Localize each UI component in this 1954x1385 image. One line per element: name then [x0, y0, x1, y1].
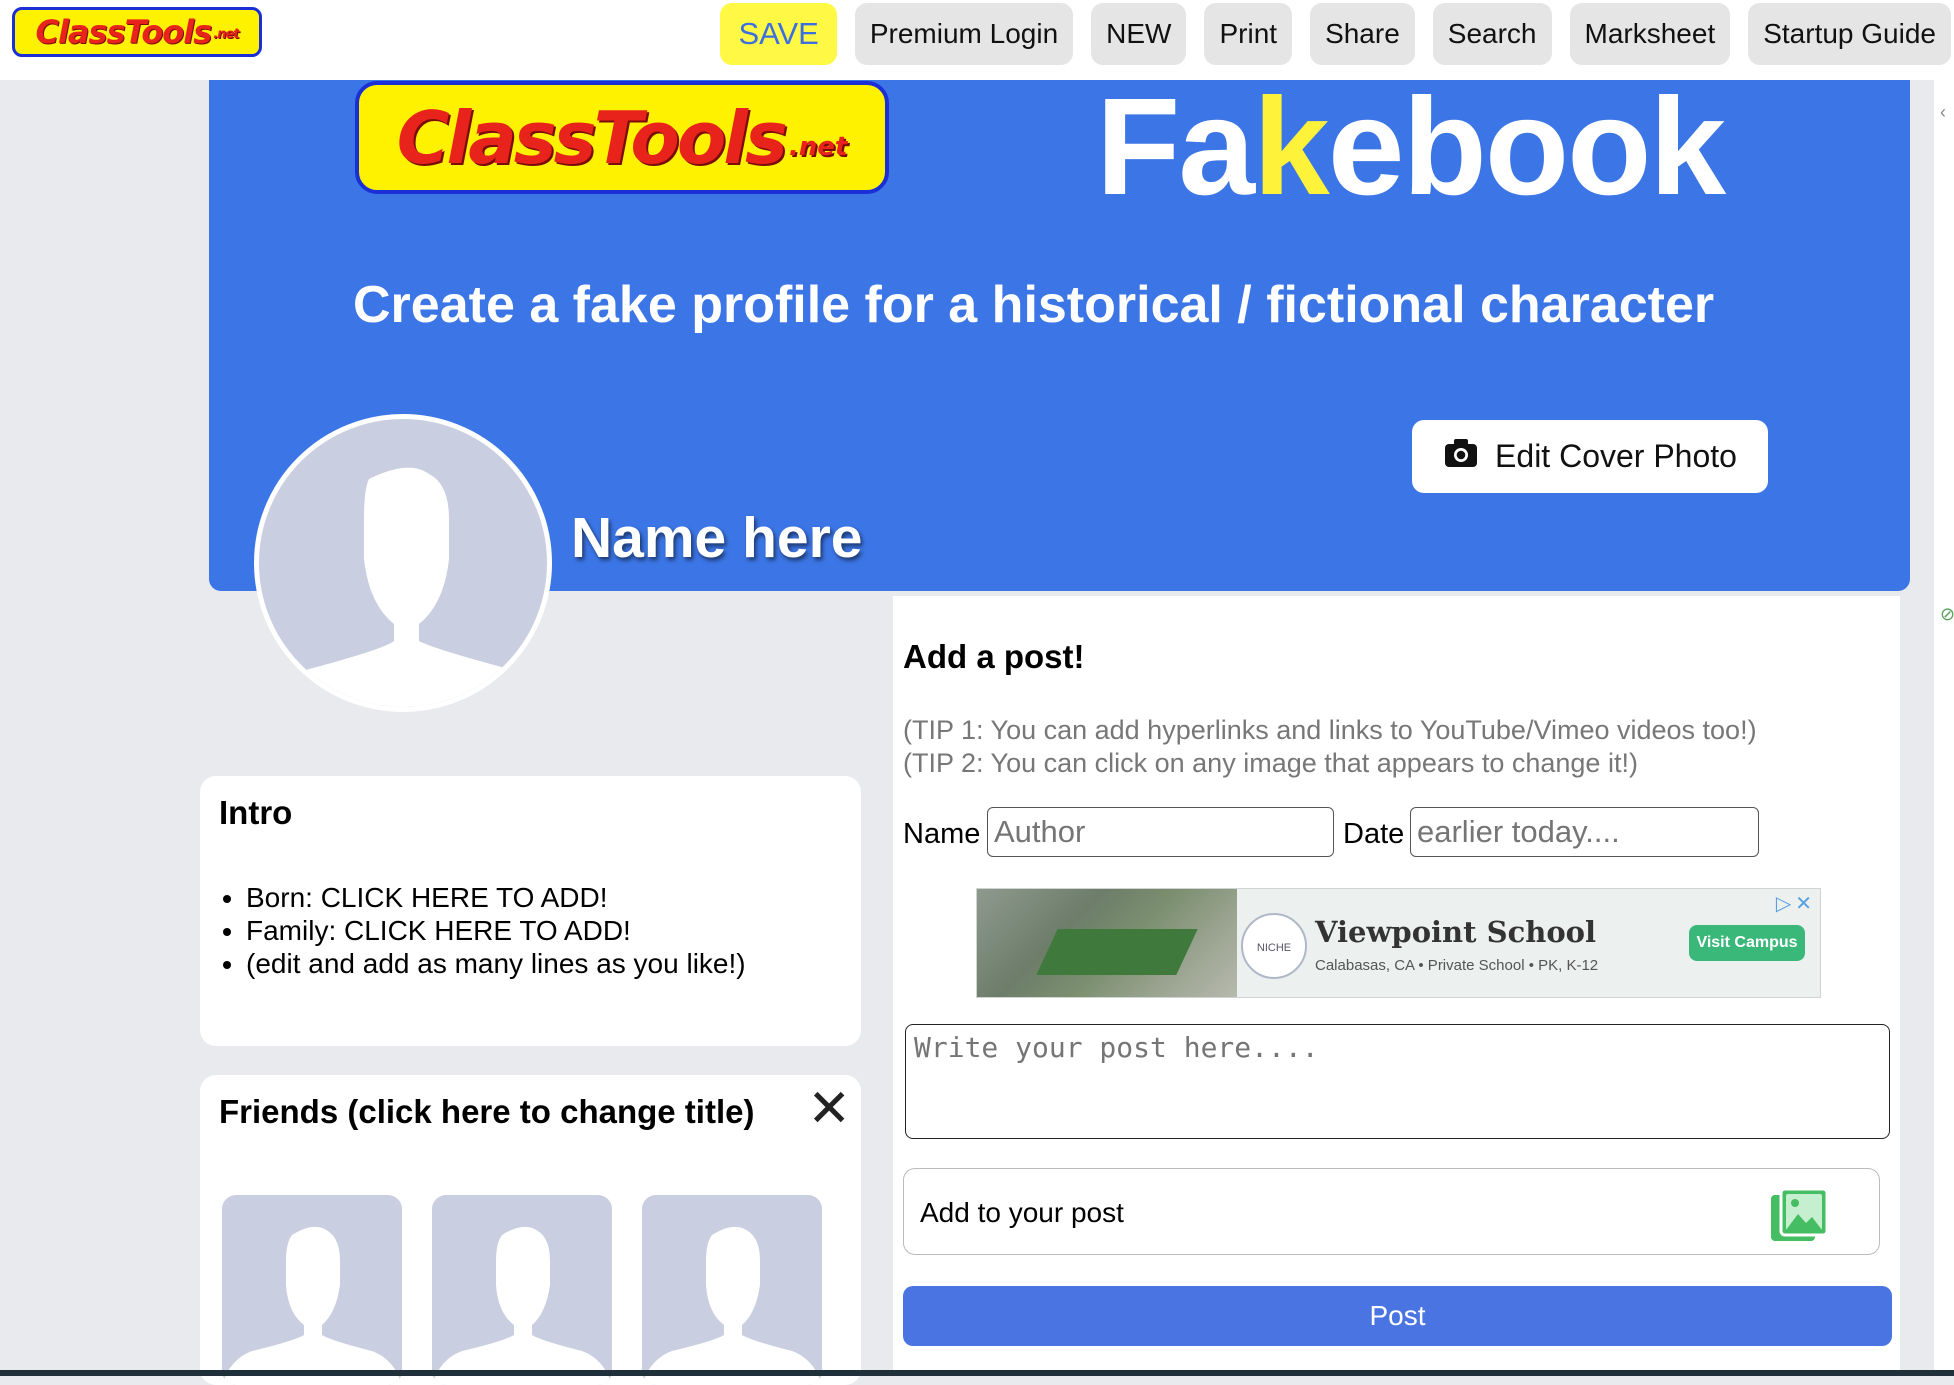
photo-gallery-icon[interactable]	[1769, 1187, 1829, 1243]
niche-badge-text: NICHE	[1257, 942, 1291, 954]
cover-logo-text: ClassTools	[396, 95, 788, 180]
save-button[interactable]: SAVE	[720, 3, 837, 65]
advertisement[interactable]: NICHE Viewpoint School Calabasas, CA • P…	[976, 888, 1821, 998]
friend-silhouette-icon	[432, 1226, 612, 1385]
startup-guide-button[interactable]: Startup Guide	[1748, 3, 1951, 65]
intro-title: Intro	[219, 794, 293, 831]
intro-list[interactable]: Born: CLICK HERE TO ADD! Family: CLICK H…	[219, 881, 746, 980]
title-part-k: k	[1253, 70, 1330, 224]
ad-school-details: Calabasas, CA • Private School • PK, K-1…	[1315, 957, 1599, 974]
marksheet-button[interactable]: Marksheet	[1569, 3, 1731, 65]
tip-2: (TIP 2: You can click on any image that …	[903, 748, 1638, 778]
post-button[interactable]: Post	[903, 1286, 1892, 1346]
tips: (TIP 1: You can add hyperlinks and links…	[903, 714, 1757, 780]
premium-login-button[interactable]: Premium Login	[854, 3, 1074, 65]
name-label: Name	[903, 818, 981, 850]
friends-card: Friends (click here to change title) ✕	[200, 1075, 861, 1385]
add-to-post-label: Add to your post	[920, 1197, 1124, 1228]
tagline: Create a fake profile for a historical /…	[353, 276, 1715, 334]
new-button[interactable]: NEW	[1091, 3, 1187, 65]
visit-campus-button[interactable]: Visit Campus	[1689, 925, 1805, 961]
close-icon[interactable]: ✕	[807, 1083, 851, 1135]
intro-card: Intro Born: CLICK HERE TO ADD! Family: C…	[200, 776, 861, 1046]
share-button[interactable]: Share	[1310, 3, 1415, 65]
ad-school-name: Viewpoint School	[1315, 915, 1597, 949]
friend-silhouette-icon	[222, 1226, 402, 1385]
logo-suffix: .net	[213, 27, 239, 42]
post-textarea[interactable]	[905, 1024, 1890, 1139]
ad-choices-icon[interactable]: ▷✕	[1776, 891, 1816, 916]
silhouette-icon	[263, 467, 547, 707]
friend-photo[interactable]	[222, 1195, 402, 1385]
fakebook-title: Fakebook	[1096, 68, 1726, 227]
page-scrollbar[interactable]	[1934, 80, 1954, 1376]
add-to-post-bar[interactable]: Add to your post	[903, 1168, 1880, 1255]
classtools-cover-logo[interactable]: ClassTools .net	[355, 81, 889, 194]
niche-badge-icon: NICHE	[1241, 913, 1307, 979]
add-post-heading: Add a post!	[903, 638, 1085, 675]
intro-item-family[interactable]: Family: CLICK HERE TO ADD!	[246, 914, 746, 947]
edit-cover-photo-button[interactable]: Edit Cover Photo	[1412, 420, 1768, 493]
date-label: Date	[1343, 818, 1405, 850]
cover-logo-suffix: .net	[788, 132, 848, 162]
author-input[interactable]	[987, 807, 1334, 857]
tip-1: (TIP 1: You can add hyperlinks and links…	[903, 715, 1757, 745]
top-nav: SAVE Premium Login NEW Print Share Searc…	[720, 3, 1951, 65]
title-part-1: Fa	[1096, 70, 1255, 224]
profile-name[interactable]: Name here	[571, 505, 863, 571]
search-button[interactable]: Search	[1432, 3, 1552, 65]
friend-photo[interactable]	[432, 1195, 612, 1385]
title-part-2: ebook	[1327, 70, 1726, 224]
chevron-left-icon[interactable]: ‹	[1940, 102, 1946, 123]
profile-avatar[interactable]	[254, 414, 552, 712]
camera-icon	[1443, 437, 1479, 477]
ad-campus-image	[977, 889, 1237, 997]
friend-silhouette-icon	[642, 1226, 822, 1385]
status-icon: ⊘	[1940, 604, 1954, 624]
window-bottom-edge	[0, 1370, 1954, 1376]
intro-item-note[interactable]: (edit and add as many lines as you like!…	[246, 947, 746, 980]
classtools-logo[interactable]: ClassTools .net	[12, 7, 262, 57]
edit-cover-label: Edit Cover Photo	[1495, 438, 1737, 474]
date-input[interactable]	[1410, 807, 1759, 857]
print-button[interactable]: Print	[1204, 3, 1293, 65]
add-post-panel: Add a post! (TIP 1: You can add hyperlin…	[893, 596, 1900, 1376]
friends-title[interactable]: Friends (click here to change title)	[219, 1093, 754, 1131]
friend-photo[interactable]	[642, 1195, 822, 1385]
intro-item-born[interactable]: Born: CLICK HERE TO ADD!	[246, 881, 746, 914]
logo-text: ClassTools	[35, 13, 212, 51]
